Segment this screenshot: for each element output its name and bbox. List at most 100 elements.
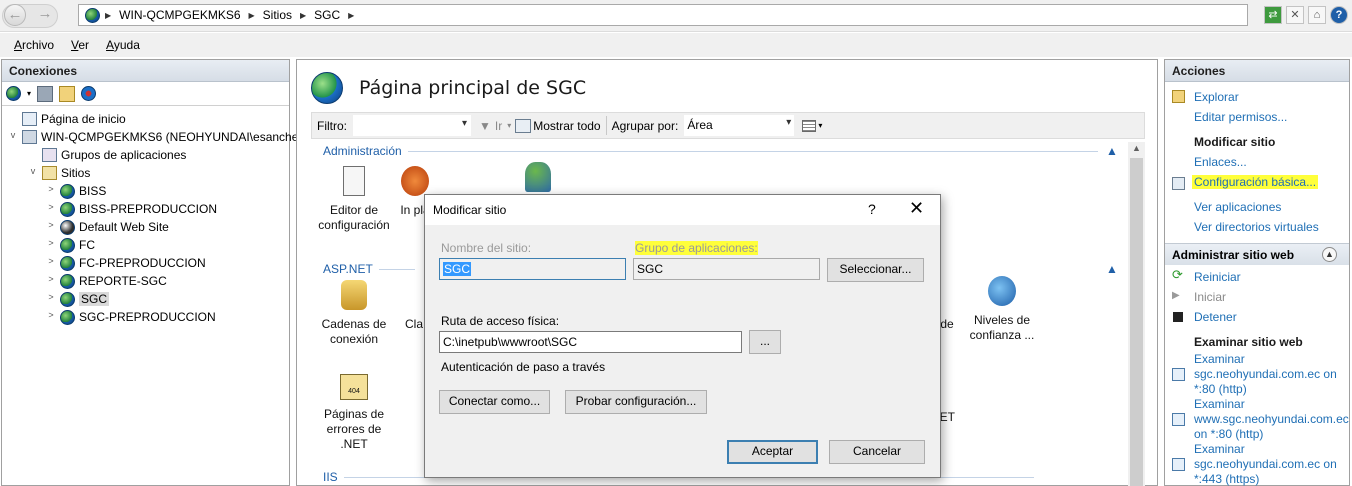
chevron-down-icon[interactable]: v: [28, 166, 38, 176]
feature-connection-strings[interactable]: Cadenas de conexión: [313, 280, 395, 347]
action-view-vdirs[interactable]: Ver directorios virtuales: [1194, 220, 1319, 234]
tree-item-site[interactable]: BISS: [60, 182, 106, 200]
forward-button[interactable]: →: [34, 4, 56, 26]
tree-item-sites[interactable]: Sitios: [42, 164, 90, 182]
physical-path-input[interactable]: C:\inetpub\wwwroot\SGC: [439, 331, 742, 353]
action-start[interactable]: Iniciar: [1194, 290, 1226, 304]
chevron-right-icon: ▶: [248, 10, 255, 20]
tree-item-site[interactable]: FC: [60, 236, 95, 254]
close-icon[interactable]: ✕: [909, 198, 924, 219]
site-globe-icon: [311, 72, 343, 104]
action-browse-3[interactable]: Examinar sgc.neohyundai.com.ec on *:443 …: [1194, 442, 1346, 486]
tree-item-site[interactable]: FC-PREPRODUCCION: [60, 254, 206, 272]
ok-button[interactable]: Aceptar: [727, 440, 818, 464]
tree-item-site[interactable]: SGC-PREPRODUCCION: [60, 308, 216, 326]
help-icon[interactable]: ?: [1330, 6, 1348, 24]
show-all-icon: [515, 118, 532, 133]
globe-icon: [60, 273, 75, 289]
actions-pane: Acciones Explorar Editar permisos... Mod…: [1164, 59, 1350, 486]
collapse-icon[interactable]: ▲: [1106, 144, 1118, 158]
site-name-field[interactable]: SGC: [439, 258, 626, 280]
tree-item-site[interactable]: REPORTE-SGC: [60, 272, 167, 290]
chevron-right-icon[interactable]: >: [46, 202, 56, 212]
feature-trust-levels[interactable]: Niveles de confianza ...: [961, 276, 1043, 343]
browse-icon: [1172, 413, 1185, 426]
trust-levels-icon: [988, 276, 1016, 306]
globe-icon: [60, 291, 75, 307]
chevron-right-icon[interactable]: >: [46, 274, 56, 284]
chevron-right-icon[interactable]: >: [46, 310, 56, 320]
chevron-right-icon[interactable]: >: [46, 220, 56, 230]
globe-icon: [60, 237, 75, 253]
up-folder-icon[interactable]: [59, 85, 76, 102]
menu-ayuda[interactable]: Ayuda: [106, 38, 140, 52]
action-bindings[interactable]: Enlaces...: [1194, 155, 1247, 169]
chevron-right-icon[interactable]: >: [46, 292, 56, 302]
tree-item-site[interactable]: Default Web Site: [60, 218, 169, 236]
breadcrumb-server[interactable]: WIN-QCMPGEKMKS6: [119, 8, 240, 22]
refresh-icon[interactable]: ⇄: [1264, 6, 1282, 24]
connect-icon[interactable]: [6, 86, 21, 101]
tree-item-server[interactable]: WIN-QCMPGEKMKS6 (NEOHYUNDAI\esanche: [22, 128, 298, 146]
scroll-thumb[interactable]: [1130, 158, 1143, 486]
stop-icon[interactable]: ✕: [1286, 6, 1304, 24]
action-view-apps[interactable]: Ver aplicaciones: [1194, 200, 1281, 214]
tree-item-site-selected[interactable]: SGC: [60, 290, 110, 308]
address-field[interactable]: ▶ WIN-QCMPGEKMKS6 ▶ Sitios ▶ SGC ▶: [78, 4, 1248, 26]
show-all-button[interactable]: Mostrar todo: [533, 119, 600, 133]
feature-error-pages[interactable]: 404 Páginas de errores de .NET: [313, 374, 395, 452]
connect-as-button[interactable]: Conectar como...: [439, 390, 550, 414]
tree-item-app-pools[interactable]: Grupos de aplicaciones: [42, 146, 186, 164]
home-icon[interactable]: ⌂: [1308, 6, 1326, 24]
dialog-titlebar: Modificar sitio ? ✕: [425, 195, 940, 225]
group-by-select[interactable]: Área: [684, 115, 795, 136]
collapse-icon[interactable]: ▲: [1322, 247, 1337, 262]
select-app-pool-button[interactable]: Seleccionar...: [827, 258, 924, 282]
test-settings-button[interactable]: Probar configuración...: [565, 390, 707, 414]
tree-item-home[interactable]: Página de inicio: [22, 110, 126, 128]
action-browse-2[interactable]: Examinar www.sgc.neohyundai.com.ec on *:…: [1194, 397, 1349, 442]
disconnect-icon[interactable]: [81, 86, 97, 101]
features-scrollbar[interactable]: ▲: [1128, 142, 1145, 486]
group-header-aspnet[interactable]: ASP.NET: [323, 262, 415, 276]
app-pool-field[interactable]: SGC: [633, 258, 820, 280]
connection-strings-icon: [341, 280, 367, 310]
browse-icon: [1172, 458, 1185, 471]
action-explore[interactable]: Explorar: [1194, 90, 1239, 104]
menu-ver[interactable]: Ver: [71, 38, 89, 52]
connections-toolbar: ▾: [2, 82, 289, 106]
browse-path-button[interactable]: ...: [749, 330, 781, 354]
help-icon[interactable]: ?: [868, 201, 876, 217]
action-edit-permissions[interactable]: Editar permisos...: [1194, 110, 1287, 124]
collapse-icon[interactable]: ▲: [1106, 262, 1118, 276]
breadcrumb-site[interactable]: SGC: [314, 8, 340, 22]
filter-input[interactable]: [353, 115, 471, 136]
chevron-right-icon[interactable]: >: [46, 238, 56, 248]
chevron-down-icon[interactable]: ▾: [507, 121, 511, 130]
chevron-down-icon[interactable]: v: [8, 130, 18, 140]
section-manage-website: Administrar sitio web ▲: [1165, 243, 1349, 265]
group-header-admin[interactable]: Administración: [323, 144, 1098, 158]
group-line: [407, 150, 1098, 152]
breadcrumb-sites[interactable]: Sitios: [263, 8, 292, 22]
page-title: Página principal de SGC: [359, 77, 587, 99]
view-icon[interactable]: [802, 119, 817, 132]
tree-item-site[interactable]: BISS-PREPRODUCCION: [60, 200, 217, 218]
back-button[interactable]: ←: [4, 4, 26, 26]
save-icon[interactable]: [37, 85, 54, 102]
folder-icon: [42, 166, 57, 180]
action-restart[interactable]: Reiniciar: [1194, 270, 1241, 284]
cancel-button[interactable]: Cancelar: [829, 440, 925, 464]
action-basic-settings[interactable]: Configuración básica...: [1192, 175, 1319, 189]
chevron-down-icon[interactable]: ▾: [818, 121, 822, 130]
chevron-down-icon[interactable]: ▾: [27, 89, 31, 98]
action-browse-1[interactable]: Examinar sgc.neohyundai.com.ec on *:80 (…: [1194, 352, 1346, 397]
menu-archivo[interactable]: Archivo: [14, 38, 54, 52]
chevron-right-icon[interactable]: >: [46, 184, 56, 194]
chevron-right-icon[interactable]: >: [46, 256, 56, 266]
physical-path-label: Ruta de acceso física:: [441, 314, 560, 328]
scroll-up-icon[interactable]: ▲: [1132, 143, 1141, 153]
feature-config-editor[interactable]: Editor de configuración: [313, 166, 395, 233]
go-button[interactable]: Ir: [495, 119, 502, 133]
action-stop[interactable]: Detener: [1194, 310, 1237, 324]
